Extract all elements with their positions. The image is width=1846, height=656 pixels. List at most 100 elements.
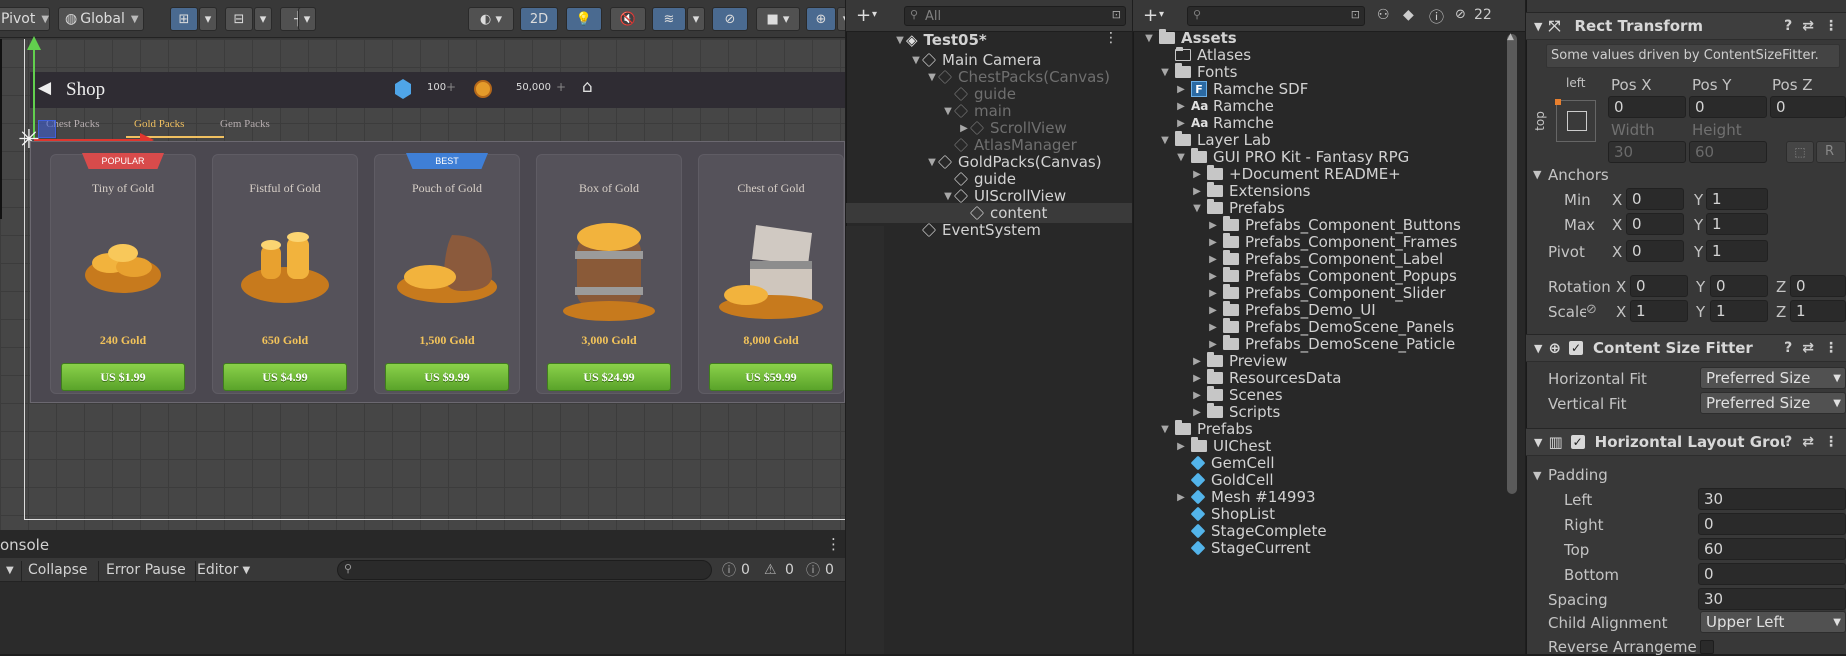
add-asset-icon[interactable]: + (1143, 5, 1158, 26)
scale-y-field[interactable]: 1 (1710, 300, 1768, 322)
tab-gold-packs[interactable]: Gold Packs (134, 118, 184, 130)
padding-left-field[interactable]: 30 (1698, 488, 1846, 510)
gizmo-y-arrow-icon[interactable] (27, 36, 41, 50)
chevron-down-icon[interactable]: ▾ (298, 7, 316, 31)
expand-arrow-icon[interactable]: ▼ (942, 106, 954, 117)
pos-x-field[interactable]: 0 (1608, 96, 1686, 118)
help-icon[interactable]: ? (1784, 340, 1792, 356)
card-box-of-gold[interactable]: Box of Gold 3,000 Gold US $24.99 (536, 154, 682, 394)
info-icon[interactable]: ⓘ (722, 561, 736, 579)
expand-arrow-icon[interactable]: ▼ (1143, 33, 1155, 44)
grid-snap-icon[interactable]: ⊞ (170, 7, 198, 31)
scene-view[interactable]: Pivot▼ ◍Global▼ ⊞ ▾ ⊟ ▾ ┼ ▾ ◐ ▾ 2D 💡 🔇 ≋… (0, 0, 845, 530)
hierarchy-item[interactable]: EventSystem (846, 220, 1132, 240)
error-pause-button[interactable]: Error Pause (106, 561, 186, 579)
chevron-down-icon[interactable]: ▾ (1159, 9, 1164, 20)
spacing-field[interactable]: 30 (1698, 588, 1846, 610)
expand-arrow-icon[interactable]: ▶ (958, 123, 970, 134)
expand-arrow-icon[interactable]: ▶ (1207, 339, 1219, 350)
pivot-dropdown[interactable]: Pivot ▼ (0, 7, 50, 31)
expand-arrow-icon[interactable]: ▶ (1207, 271, 1219, 282)
expand-arrow-icon[interactable]: ▼ (910, 55, 922, 66)
expand-arrow-icon[interactable]: ▼ (926, 157, 938, 168)
collapse-button[interactable]: Collapse (28, 561, 88, 579)
anchor-max-x-field[interactable]: 0 (1626, 213, 1684, 235)
project-item[interactable]: StageCurrent (1133, 538, 1503, 558)
expand-arrow-icon[interactable]: ▶ (1175, 84, 1187, 95)
card-pouch-of-gold[interactable]: BEST Pouch of Gold 1,500 Gold US $9.99 (374, 153, 520, 394)
log-icon[interactable]: ⓘ (1429, 6, 1444, 27)
preset-icon[interactable]: ⇄ (1802, 434, 1814, 450)
expand-arrow-icon[interactable]: ▼ (926, 72, 938, 83)
rotation-x-field[interactable]: 0 (1630, 275, 1688, 297)
add-icon[interactable]: + (856, 5, 871, 26)
anchor-min-x-field[interactable]: 0 (1626, 188, 1684, 210)
expand-arrow-icon[interactable]: ▶ (1207, 220, 1219, 231)
reverse-arrangement-checkbox[interactable] (1700, 640, 1714, 654)
raw-edit-button[interactable]: R (1816, 141, 1846, 163)
width-field[interactable]: 30 (1608, 141, 1686, 163)
chevron-down-icon[interactable]: ▾ (872, 9, 877, 20)
expand-arrow-icon[interactable]: ▶ (1207, 254, 1219, 265)
more-options-icon[interactable]: ⋮ (826, 535, 841, 553)
expand-arrow-icon[interactable]: ▶ (1191, 390, 1203, 401)
enabled-checkbox[interactable]: ✓ (1570, 435, 1585, 449)
expand-arrow-icon[interactable]: ▼ (942, 191, 954, 202)
scroll-up-icon[interactable]: ▲ (1507, 32, 1514, 42)
expand-arrow-icon[interactable]: ▶ (1175, 441, 1187, 452)
buy-button[interactable]: US $59.99 (709, 363, 833, 391)
padding-right-field[interactable]: 0 (1698, 513, 1846, 535)
enabled-checkbox[interactable]: ✓ (1569, 341, 1584, 355)
console-search-input[interactable]: ⚲ (337, 560, 712, 580)
expand-arrow-icon[interactable]: ▶ (1207, 305, 1219, 316)
horizontal-fit-dropdown[interactable]: Preferred Size ▼ (1700, 367, 1846, 389)
card-fistful-of-gold[interactable]: Fistful of Gold 650 Gold US $4.99 (212, 154, 358, 394)
collapse-arrow-icon[interactable]: ▼ (1534, 342, 1542, 355)
menu-icon[interactable]: ⋮ (1824, 340, 1838, 356)
collapse-arrow-icon[interactable]: ▼ (1534, 436, 1542, 449)
error-icon[interactable]: ⓘ (806, 561, 820, 579)
hidden-objects-icon[interactable]: ⊘ (712, 7, 748, 31)
expand-arrow-icon[interactable]: ▼ (894, 35, 906, 46)
padding-bottom-field[interactable]: 0 (1698, 563, 1846, 585)
add-coins-icon[interactable]: + (556, 80, 566, 94)
expand-arrow-icon[interactable]: ▶ (1191, 373, 1203, 384)
chevron-down-icon[interactable]: ▾ (199, 7, 217, 31)
height-field[interactable]: 60 (1689, 141, 1767, 163)
content-size-fitter-header[interactable]: ▼ ⊕ ✓ Content Size Fitter ? ⇄ ⋮ (1526, 334, 1846, 362)
chevron-down-icon[interactable]: ▾ (254, 7, 272, 31)
rotation-z-field[interactable]: 0 (1790, 275, 1846, 297)
add-gems-icon[interactable]: + (446, 80, 456, 94)
pivot-y-field[interactable]: 1 (1706, 240, 1768, 262)
expand-arrow-icon[interactable]: ▶ (1175, 492, 1187, 503)
project-scrollbar[interactable] (1507, 34, 1517, 494)
buy-button[interactable]: US $1.99 (61, 363, 185, 391)
search-by-type-icon[interactable]: ⊡ (1112, 8, 1121, 21)
buy-button[interactable]: US $24.99 (547, 363, 671, 391)
collapse-arrow-icon[interactable]: ▼ (1534, 20, 1542, 33)
home-icon[interactable]: ⌂ (582, 77, 593, 97)
expand-arrow-icon[interactable]: ▼ (1159, 135, 1171, 146)
preset-icon[interactable]: ⇄ (1802, 340, 1814, 356)
preset-icon[interactable]: ⇄ (1802, 18, 1814, 34)
blueprint-mode-icon[interactable]: ⬚ (1786, 141, 1814, 163)
mode-2d-button[interactable]: 2D (520, 7, 558, 31)
constrain-proportions-icon[interactable]: ⊘ (1586, 302, 1597, 317)
rotation-y-field[interactable]: 0 (1710, 275, 1768, 297)
anchor-max-y-field[interactable]: 1 (1706, 213, 1768, 235)
anchor-presets-button[interactable] (1555, 99, 1596, 142)
vertical-fit-dropdown[interactable]: Preferred Size ▼ (1700, 392, 1846, 414)
snap-increment-icon[interactable]: ⊟ (225, 7, 253, 31)
expand-arrow-icon[interactable]: ▶ (1207, 322, 1219, 333)
expand-arrow-icon[interactable]: ▶ (1207, 288, 1219, 299)
hidden-packages-icon[interactable]: ⊘ (1455, 7, 1466, 22)
menu-icon[interactable]: ⋮ (1824, 434, 1838, 450)
expand-arrow-icon[interactable]: ▼ (1159, 67, 1171, 78)
scale-x-field[interactable]: 1 (1630, 300, 1688, 322)
audio-mute-icon[interactable]: 🔇 (610, 7, 646, 31)
pos-y-field[interactable]: 0 (1689, 96, 1767, 118)
back-arrow-icon[interactable]: ◀ (38, 78, 51, 98)
expand-arrow-icon[interactable]: ▼ (1159, 424, 1171, 435)
project-search-input[interactable]: ⚲ ⊡ (1187, 6, 1365, 26)
anchor-min-y-field[interactable]: 1 (1706, 188, 1768, 210)
